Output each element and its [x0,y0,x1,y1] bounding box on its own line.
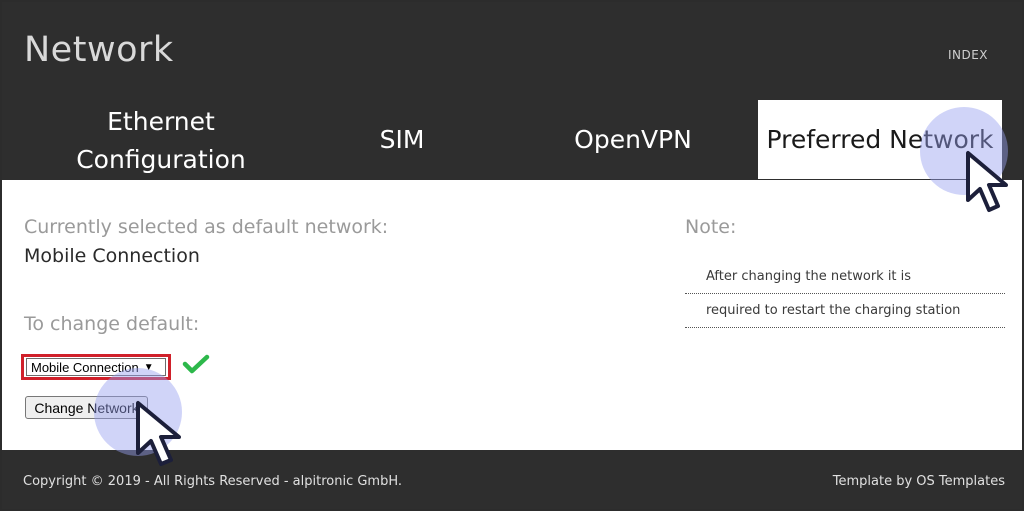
main-content: Currently selected as default network: M… [2,180,1022,450]
template-credit-link[interactable]: Template by OS Templates [833,474,1005,489]
current-network-label: Currently selected as default network: [24,216,389,238]
page-title: Network [24,30,174,70]
network-select[interactable]: Mobile Connection ▼ [26,358,166,376]
tab-preferred-network[interactable]: Preferred Network [758,100,1002,179]
check-icon [182,354,210,374]
note-title: Note: [685,216,737,238]
change-default-label: To change default: [24,313,200,335]
page-frame: Network INDEX Ethernet Configuration SIM… [0,0,1024,511]
change-network-button[interactable]: Change Network [25,396,148,419]
network-select-highlight: Mobile Connection ▼ [21,354,171,380]
note-line: After changing the network it is [685,260,1005,294]
copyright-text: Copyright © 2019 - All Rights Reserved -… [23,474,403,489]
tab-ethernet-configuration[interactable]: Ethernet Configuration [62,101,260,180]
chevron-down-icon: ▼ [143,361,154,373]
network-select-value: Mobile Connection [31,359,139,375]
header: Network INDEX Ethernet Configuration SIM… [2,2,1022,180]
footer: Copyright © 2019 - All Rights Reserved -… [2,450,1022,509]
note-line: required to restart the charging station [685,294,1005,328]
current-network-value: Mobile Connection [24,245,200,267]
tab-sim[interactable]: SIM [352,100,452,179]
tab-openvpn[interactable]: OpenVPN [557,100,709,179]
index-link[interactable]: INDEX [948,48,988,62]
